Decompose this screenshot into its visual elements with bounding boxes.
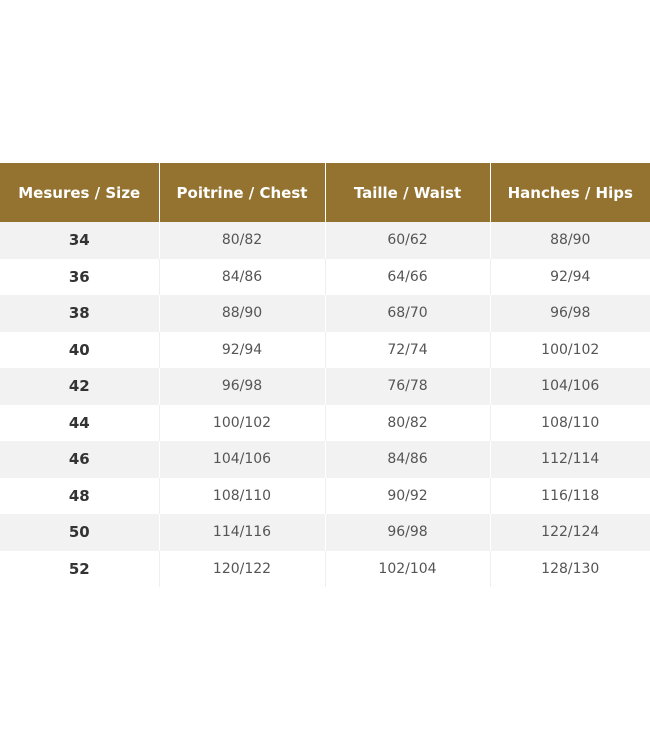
table-row: 48 108/110 90/92 116/118 — [0, 477, 650, 514]
waist-cell: 68/70 — [324, 295, 490, 332]
table-row: 40 92/94 72/74 100/102 — [0, 331, 650, 368]
hips-cell: 96/98 — [489, 295, 650, 332]
chest-cell: 100/102 — [158, 404, 325, 441]
chest-cell: 96/98 — [158, 368, 325, 405]
chest-cell: 88/90 — [158, 295, 325, 332]
size-cell: 34 — [0, 222, 159, 259]
table-row: 38 88/90 68/70 96/98 — [0, 295, 650, 332]
size-cell: 40 — [0, 331, 159, 368]
table-row: 50 114/116 96/98 122/124 — [0, 514, 650, 551]
table-row: 36 84/86 64/66 92/94 — [0, 258, 650, 295]
table-row: 44 100/102 80/82 108/110 — [0, 404, 650, 441]
size-cell: 52 — [0, 550, 159, 587]
hips-cell: 104/106 — [489, 368, 650, 405]
waist-cell: 64/66 — [324, 258, 490, 295]
chest-cell: 120/122 — [158, 550, 325, 587]
chest-cell: 114/116 — [158, 514, 325, 551]
table-body: 34 80/82 60/62 88/90 36 84/86 64/66 92/9… — [0, 222, 650, 587]
table-row: 46 104/106 84/86 112/114 — [0, 441, 650, 478]
waist-cell: 84/86 — [324, 441, 490, 478]
hips-cell: 116/118 — [489, 477, 650, 514]
waist-cell: 96/98 — [324, 514, 490, 551]
table-row: 42 96/98 76/78 104/106 — [0, 368, 650, 405]
table-row: 34 80/82 60/62 88/90 — [0, 222, 650, 259]
size-cell: 50 — [0, 514, 159, 551]
size-cell: 36 — [0, 258, 159, 295]
chest-cell: 104/106 — [158, 441, 325, 478]
chest-cell: 108/110 — [158, 477, 325, 514]
waist-cell: 90/92 — [324, 477, 490, 514]
size-cell: 46 — [0, 441, 159, 478]
header-size: Mesures / Size — [0, 163, 159, 222]
waist-cell: 80/82 — [324, 404, 490, 441]
hips-cell: 100/102 — [489, 331, 650, 368]
header-hips: Hanches / Hips — [489, 163, 650, 222]
hips-cell: 128/130 — [489, 550, 650, 587]
chest-cell: 84/86 — [158, 258, 325, 295]
hips-cell: 112/114 — [489, 441, 650, 478]
size-cell: 48 — [0, 477, 159, 514]
hips-cell: 122/124 — [489, 514, 650, 551]
size-chart-table: Mesures / Size Poitrine / Chest Taille /… — [0, 163, 650, 587]
chest-cell: 80/82 — [158, 222, 325, 259]
waist-cell: 102/104 — [324, 550, 490, 587]
size-cell: 44 — [0, 404, 159, 441]
table-row: 52 120/122 102/104 128/130 — [0, 550, 650, 587]
hips-cell: 92/94 — [489, 258, 650, 295]
hips-cell: 88/90 — [489, 222, 650, 259]
hips-cell: 108/110 — [489, 404, 650, 441]
waist-cell: 72/74 — [324, 331, 490, 368]
chest-cell: 92/94 — [158, 331, 325, 368]
table-header: Mesures / Size Poitrine / Chest Taille /… — [0, 163, 650, 222]
waist-cell: 60/62 — [324, 222, 490, 259]
size-cell: 38 — [0, 295, 159, 332]
header-row: Mesures / Size Poitrine / Chest Taille /… — [0, 163, 650, 222]
size-cell: 42 — [0, 368, 159, 405]
header-waist: Taille / Waist — [324, 163, 490, 222]
header-chest: Poitrine / Chest — [158, 163, 325, 222]
waist-cell: 76/78 — [324, 368, 490, 405]
